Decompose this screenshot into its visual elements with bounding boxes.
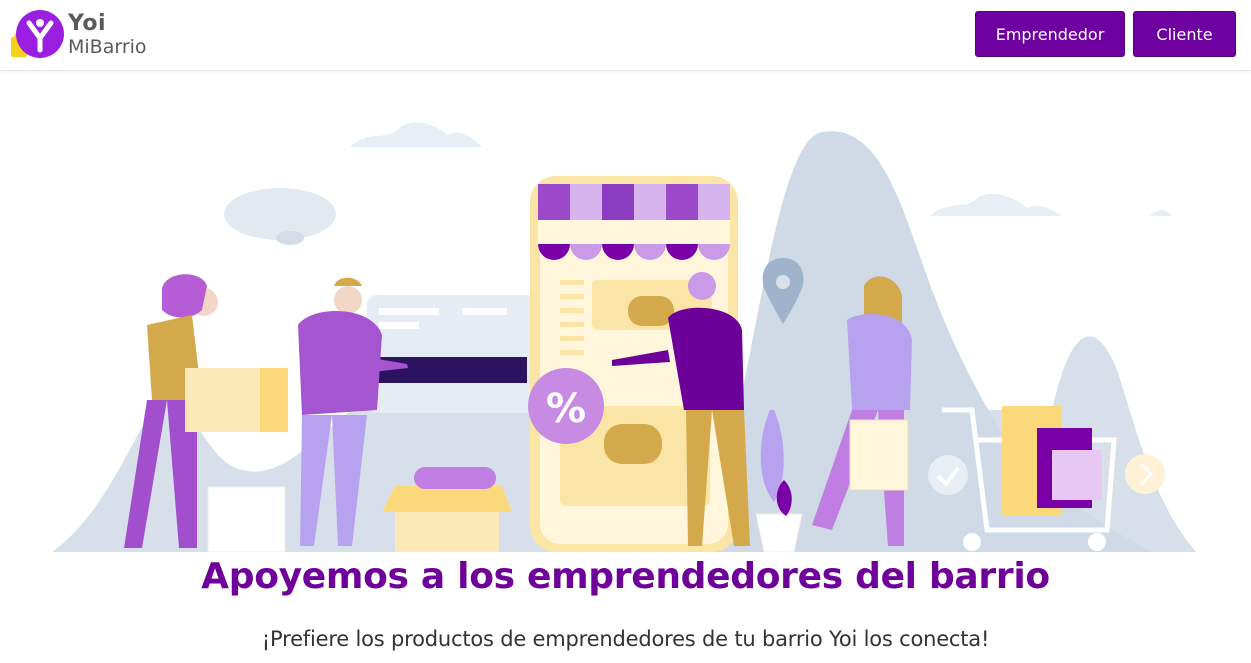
neighborhood-shopping-illustration: % xyxy=(52,122,1196,553)
cloud-shape xyxy=(1150,210,1172,216)
brand-logo[interactable]: Yoi MiBarrio xyxy=(10,8,160,64)
cliente-button[interactable]: Cliente xyxy=(1133,11,1236,57)
hero-illustration: % xyxy=(52,110,1196,553)
cloud-shape xyxy=(350,122,482,147)
blimp-body xyxy=(224,188,336,240)
cloud-shape xyxy=(930,193,1062,216)
page-headline: Apoyemos a los emprendedores del barrio xyxy=(201,556,1050,597)
top-navbar: Yoi MiBarrio Emprendedor Cliente xyxy=(0,0,1251,71)
brand-name-line-2: MiBarrio xyxy=(68,36,147,58)
emprendedor-button[interactable]: Emprendedor xyxy=(975,11,1125,57)
discount-badge-label: % xyxy=(546,386,586,432)
brand-name-line-1: Yoi xyxy=(68,11,107,36)
y-circle-bag-logo-icon xyxy=(11,10,64,58)
page-tagline: ¡Prefiere los productos de emprendedores… xyxy=(261,627,990,651)
